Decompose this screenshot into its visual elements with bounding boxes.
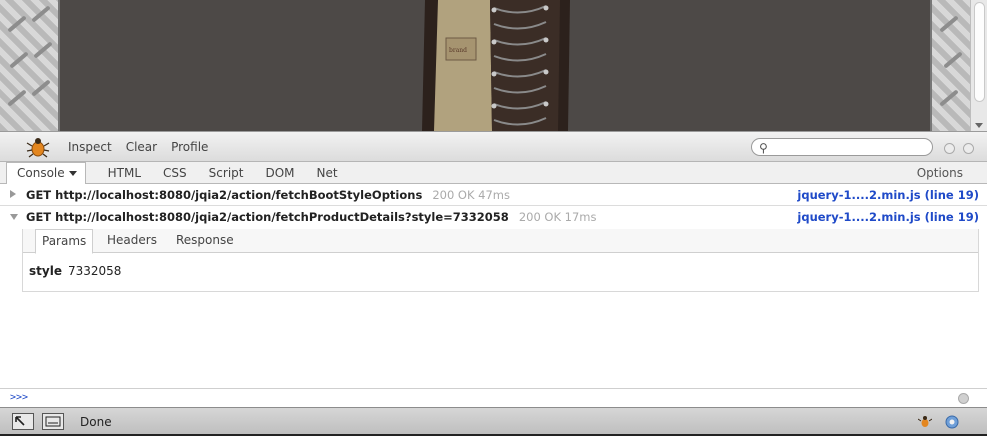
firebug-status-icon[interactable] <box>918 415 932 429</box>
request-detail-panel: Params Headers Response style 7332058 <box>22 229 979 292</box>
param-row: style 7332058 <box>29 264 121 278</box>
yslow-icon[interactable] <box>945 415 959 429</box>
request-status: 200 OK 17ms <box>518 210 597 224</box>
command-line[interactable]: >>> <box>0 388 987 407</box>
boot-product-image: brand <box>422 0 570 131</box>
search-input[interactable]: ⚲ <box>751 138 933 156</box>
status-text: Done <box>80 415 112 429</box>
command-line-toggle-icon[interactable] <box>958 393 969 404</box>
request-url[interactable]: GET http://localhost:8080/jqia2/action/f… <box>26 188 422 202</box>
request-text: GET http://localhost:8080/jqia2/action/f… <box>26 210 597 224</box>
tab-html[interactable]: HTML <box>108 166 141 180</box>
console-row[interactable]: GET http://localhost:8080/jqia2/action/f… <box>0 206 987 228</box>
close-icon[interactable] <box>963 143 974 154</box>
tab-dom[interactable]: DOM <box>265 166 294 180</box>
browser-status-bar: Done <box>0 407 987 436</box>
web-page-viewport: brand <box>0 0 987 131</box>
tab-headers[interactable]: Headers <box>107 233 157 247</box>
profile-button[interactable]: Profile <box>171 140 208 154</box>
firebug-bug-icon[interactable] <box>26 136 50 158</box>
diamond-plate-border-right <box>930 0 970 131</box>
firebug-toolbar: Inspect Clear Profile ⚲ <box>0 131 987 162</box>
collapse-triangle-icon[interactable] <box>10 214 18 220</box>
request-url[interactable]: GET http://localhost:8080/jqia2/action/f… <box>26 210 509 224</box>
svg-text:brand: brand <box>449 47 467 54</box>
panel-tabs: Console HTML CSS Script DOM Net Options <box>0 161 987 184</box>
param-value: 7332058 <box>67 264 122 278</box>
clear-button[interactable]: Clear <box>126 140 157 154</box>
scroll-down-arrow-icon[interactable] <box>975 123 983 128</box>
source-link[interactable]: jquery-1....2.min.js (line 19) <box>797 188 979 202</box>
tab-script[interactable]: Script <box>209 166 244 180</box>
command-prompt: >>> <box>10 392 29 403</box>
tab-css[interactable]: CSS <box>163 166 187 180</box>
status-inspect-icon[interactable] <box>12 413 34 430</box>
page-content-background: brand <box>60 0 930 131</box>
tab-console[interactable]: Console <box>6 161 86 184</box>
page-scrollbar[interactable] <box>970 0 987 131</box>
request-status: 200 OK 47ms <box>432 188 510 202</box>
options-menu[interactable]: Options <box>917 166 963 180</box>
request-detail-tabs: Params Headers Response <box>23 229 978 254</box>
inspect-button[interactable]: Inspect <box>68 140 112 154</box>
search-icon: ⚲ <box>759 141 768 155</box>
request-text: GET http://localhost:8080/jqia2/action/f… <box>26 188 510 202</box>
tab-response[interactable]: Response <box>176 233 234 247</box>
tab-params[interactable]: Params <box>35 229 94 254</box>
console-panel: GET http://localhost:8080/jqia2/action/f… <box>0 184 987 388</box>
tab-console-label: Console <box>17 165 65 180</box>
chevron-down-icon[interactable] <box>68 170 77 176</box>
source-link[interactable]: jquery-1....2.min.js (line 19) <box>797 210 979 224</box>
diamond-plate-border-left <box>0 0 60 131</box>
minimize-icon[interactable] <box>944 143 955 154</box>
expand-triangle-icon[interactable] <box>10 190 16 198</box>
param-name: style <box>29 264 62 278</box>
tab-net[interactable]: Net <box>317 166 338 180</box>
status-console-icon[interactable] <box>42 413 64 430</box>
console-row[interactable]: GET http://localhost:8080/jqia2/action/f… <box>0 184 987 206</box>
page-scrollbar-thumb[interactable] <box>974 2 985 102</box>
